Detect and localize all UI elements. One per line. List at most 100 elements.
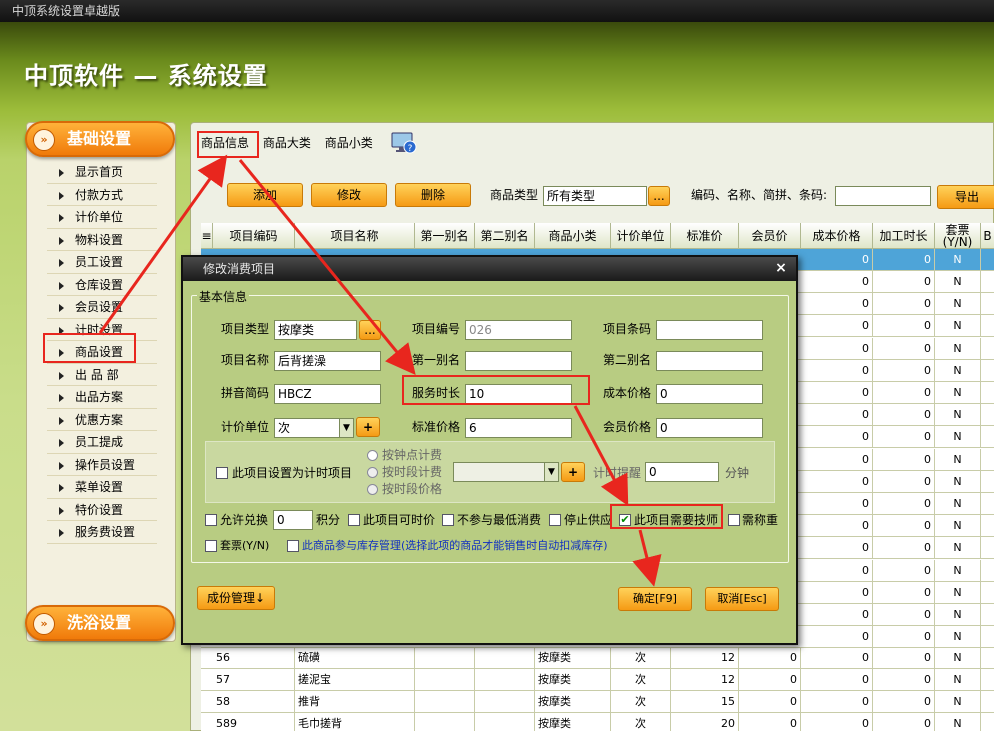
table-row[interactable]: 56 硫磺 按摩类次 12 0 0 0 N xyxy=(201,647,994,669)
sidebar-item-commission[interactable]: 员工提成 xyxy=(47,431,157,454)
edit-button[interactable]: 修改 xyxy=(311,183,387,207)
unit-cell: 次 xyxy=(611,713,671,731)
cost-cell: 0 xyxy=(801,448,873,471)
column-header[interactable]: 项目编码 xyxy=(213,223,295,249)
timer-scheme-select[interactable]: ▼ xyxy=(453,462,559,482)
stock-management-checkbox[interactable] xyxy=(287,540,299,552)
chevron-down-icon[interactable]: ▼ xyxy=(544,463,558,481)
item-name-field[interactable]: 后背搓澡 xyxy=(274,351,381,371)
alias2-cell xyxy=(475,713,535,731)
points-field[interactable]: 0 xyxy=(273,510,313,530)
time-cell: 0 xyxy=(873,604,935,626)
remind-field[interactable]: 0 xyxy=(645,462,719,482)
add-button[interactable]: 添加 xyxy=(227,183,303,207)
search-input[interactable] xyxy=(835,186,931,206)
item-code-field: 026 xyxy=(465,320,572,340)
timer-item-checkbox[interactable] xyxy=(216,467,228,479)
column-header[interactable]: 会员价 xyxy=(739,223,801,249)
sidebar-header-basic[interactable]: » 基础设置 xyxy=(25,121,175,157)
radio-period[interactable] xyxy=(367,467,378,478)
cancel-button[interactable]: 取消[Esc] xyxy=(705,587,779,611)
triangle-right-icon xyxy=(59,281,64,290)
search-label: 编码、名称、简拼、条码: xyxy=(691,188,828,202)
sidebar-item-service-fee[interactable]: 服务费设置 xyxy=(47,521,157,544)
ticket-cell: N xyxy=(935,493,981,515)
column-header[interactable]: 成本价格 xyxy=(801,223,873,249)
column-header[interactable]: 项目名称 xyxy=(295,223,415,249)
item-type-picker-button[interactable]: ... xyxy=(359,320,381,340)
sidebar-item-home[interactable]: 显示首页 xyxy=(47,161,157,184)
allow-exchange-checkbox[interactable] xyxy=(205,514,217,526)
member-price-field[interactable]: 0 xyxy=(656,418,763,438)
sidebar-item-label: 会员设置 xyxy=(75,300,124,314)
chevron-down-icon[interactable]: ▼ xyxy=(339,419,353,437)
ok-button[interactable]: 确定[F9] xyxy=(618,587,692,611)
cost-price-label: 成本价格 xyxy=(603,386,652,400)
column-header[interactable]: 第二别名 xyxy=(475,223,535,249)
item-name-label: 项目名称 xyxy=(221,353,270,367)
column-header[interactable]: 加工时长 xyxy=(873,223,935,249)
column-header[interactable]: 标准价 xyxy=(671,223,739,249)
ticket-cell: N xyxy=(935,581,981,604)
goods-type-field[interactable]: 所有类型 xyxy=(543,186,647,206)
table-row[interactable]: 57 搓泥宝 按摩类次 12 0 0 0 N xyxy=(201,669,994,691)
stop-supply-checkbox[interactable] xyxy=(549,514,561,526)
export-button[interactable]: 导出 xyxy=(937,185,994,209)
item-type-field[interactable]: 按摩类 xyxy=(274,320,357,340)
pinyin-field[interactable]: HBCZ xyxy=(274,384,381,404)
cost-price-field[interactable]: 0 xyxy=(656,384,763,404)
close-icon[interactable]: × xyxy=(772,259,790,277)
time-cell: 0 xyxy=(873,404,935,427)
standard-price-field[interactable]: 6 xyxy=(465,418,572,438)
sidebar-item-payment[interactable]: 付款方式 xyxy=(47,184,157,206)
svg-text:?: ? xyxy=(408,144,413,154)
delete-button[interactable]: 删除 xyxy=(395,183,471,207)
table-header: ≡ 项目编码 项目名称 第一别名 第二别名 商品小类 计价单位 标准价 会员价 … xyxy=(201,223,994,249)
tab-goods-category[interactable]: 商品大类 xyxy=(259,131,315,155)
highlight-technician-box xyxy=(610,504,723,529)
sidebar-item-member[interactable]: 会员设置 xyxy=(47,296,157,319)
time-price-checkbox[interactable] xyxy=(348,514,360,526)
radio-period-price[interactable] xyxy=(367,484,378,495)
unit-select[interactable]: 次 ▼ xyxy=(274,418,354,438)
cost-cell: 0 xyxy=(801,315,873,338)
column-header[interactable]: 第一别名 xyxy=(415,223,475,249)
code-cell: 58 xyxy=(213,691,295,713)
item-barcode-field[interactable] xyxy=(656,320,763,340)
sidebar-header-bath[interactable]: » 洗浴设置 xyxy=(25,605,175,641)
member-cell: 0 xyxy=(739,647,801,669)
unit-add-button[interactable]: + xyxy=(356,417,380,437)
table-row[interactable]: 58 推背 按摩类次 15 0 0 0 N xyxy=(201,691,994,713)
column-header[interactable]: B xyxy=(981,223,994,249)
column-header[interactable]: 套票(Y/N) xyxy=(935,223,981,249)
components-button[interactable]: 成份管理↓ xyxy=(197,586,275,610)
sidebar-item-label: 付款方式 xyxy=(75,187,124,202)
sidebar-item-operator[interactable]: 操作员设置 xyxy=(47,454,157,476)
ticket-checkbox[interactable] xyxy=(205,540,217,552)
name-cell: 毛巾搓背 xyxy=(295,713,415,731)
sidebar-item-menu[interactable]: 菜单设置 xyxy=(47,476,157,499)
alias2-field[interactable] xyxy=(656,351,763,371)
sidebar-item-unit[interactable]: 计价单位 xyxy=(47,206,157,229)
radio-hourly[interactable] xyxy=(367,450,378,461)
needs-weigh-checkbox[interactable] xyxy=(728,514,740,526)
sidebar-item-staff[interactable]: 员工设置 xyxy=(47,251,157,274)
help-monitor-icon[interactable]: ? xyxy=(391,131,417,155)
sidebar-item-discount[interactable]: 优惠方案 xyxy=(47,409,157,431)
sidebar-item-special-price[interactable]: 特价设置 xyxy=(47,499,157,521)
column-header[interactable]: 商品小类 xyxy=(535,223,611,249)
goods-type-picker-button[interactable]: ... xyxy=(648,186,670,206)
tab-goods-subcategory[interactable]: 商品小类 xyxy=(321,131,377,155)
time-cell: 0 xyxy=(873,626,935,649)
no-min-spend-checkbox[interactable] xyxy=(442,514,454,526)
sidebar-item-output-dept[interactable]: 出 品 部 xyxy=(47,364,157,386)
sidebar-item-material[interactable]: 物料设置 xyxy=(47,229,157,251)
table-row[interactable]: 589 毛巾搓背 按摩类次 20 0 0 0 N xyxy=(201,713,994,731)
sidebar-item-output-plan[interactable]: 出品方案 xyxy=(47,386,157,409)
sidebar-item-warehouse[interactable]: 仓库设置 xyxy=(47,274,157,296)
column-header[interactable]: 计价单位 xyxy=(611,223,671,249)
alias1-field[interactable] xyxy=(465,351,572,371)
member-cell: 0 xyxy=(739,691,801,713)
timer-add-button[interactable]: + xyxy=(561,462,585,482)
sub-cell: 按摩类 xyxy=(535,713,611,731)
